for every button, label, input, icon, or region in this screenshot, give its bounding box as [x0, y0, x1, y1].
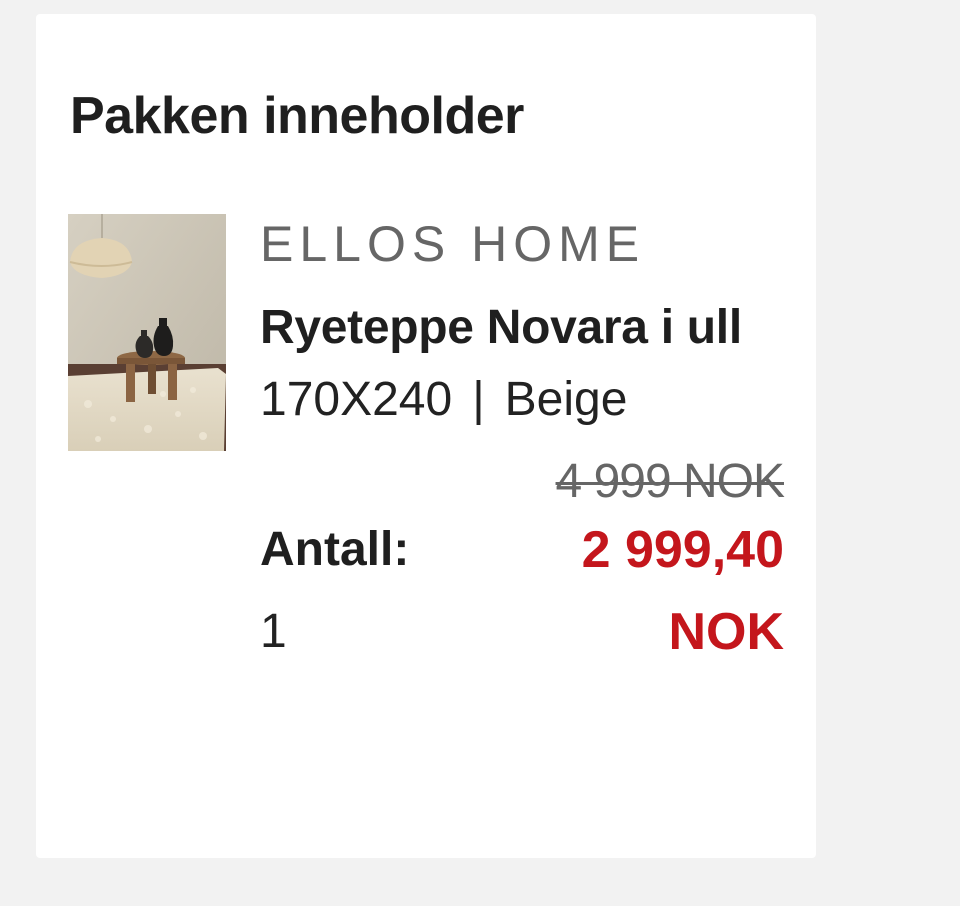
product-variant: 170X240 | Beige: [260, 370, 784, 430]
product-color: Beige: [504, 373, 628, 426]
product-size: 170X240: [260, 373, 453, 426]
quantity-value: 1: [260, 605, 287, 658]
sale-price: 2 999,40 NOK: [581, 521, 784, 661]
variant-separator: |: [472, 373, 485, 426]
original-price: 4 999 NOK: [555, 455, 785, 508]
product-details: ELLOS HOME Ryeteppe Novara i ull 170X240…: [260, 214, 785, 680]
quantity-label: Antall:: [260, 523, 410, 576]
quantity-price-row: Antall: 1 2 999,40 NOK: [260, 520, 784, 680]
product-brand: ELLOS HOME: [260, 216, 646, 272]
section-title: Pakken inneholder: [70, 87, 524, 145]
package-contents-card: Pakken inneholder ELLOS HOME Ryeteppe No…: [36, 14, 816, 858]
product-name-link[interactable]: Ryeteppe Novara i ull: [260, 288, 784, 368]
quantity-block: Antall: 1: [260, 520, 409, 662]
product-image[interactable]: [68, 214, 226, 451]
